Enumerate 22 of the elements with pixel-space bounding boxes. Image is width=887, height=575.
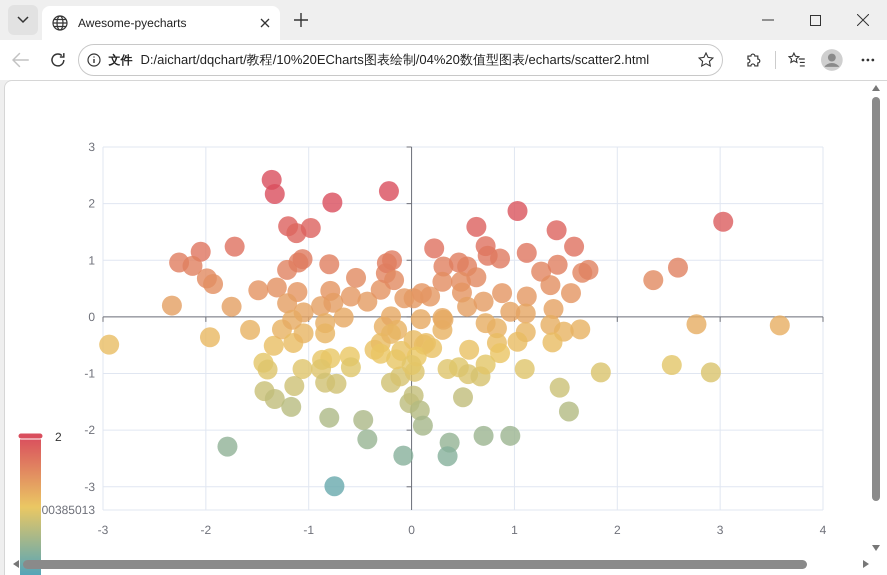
x-tick-label: -3 [98,523,108,537]
file-label: 文件 [108,52,133,69]
address-bar[interactable]: 文件 D:/aichart/dqchart/教程/10%20ECharts图表绘制/04%20数值型图表/echarts/scatter2.html [78,44,723,76]
y-tick-label: -2 [84,423,95,438]
y-tick-label: 3 [88,140,95,154]
y-tick-label: 2 [88,196,95,211]
x-tick-label: 4 [820,523,826,537]
x-tick-label: 2 [614,523,621,537]
x-tick-label: 3 [716,523,724,537]
x-tick-label: -1 [303,523,314,537]
url-text: D:/aichart/dqchart/教程/10%20ECharts图表绘制/04%20数值型图表/echarts/scatter2.html [140,51,650,70]
y-tick-label: 00385013 [42,503,95,517]
y-tick-label: -1 [84,366,95,381]
x-tick-label: 0 [408,523,415,537]
browser-tab[interactable]: Awesome-pyecharts [42,6,280,40]
x-tick-label: 1 [511,523,518,537]
visual-map-label: 2 [55,430,62,444]
y-tick-label: 0 [88,310,95,324]
tab-title: Awesome-pyecharts [78,15,188,32]
x-tick-label: -2 [200,523,212,537]
y-tick-label: -3 [84,480,95,494]
y-tick-label: 1 [88,253,95,268]
